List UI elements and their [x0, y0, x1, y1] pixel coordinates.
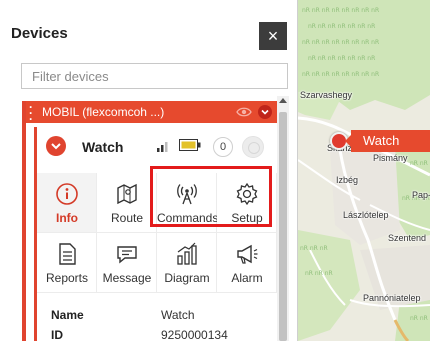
- close-icon: ×: [267, 26, 279, 46]
- action-alarm[interactable]: Alarm: [217, 233, 277, 293]
- property-key: ID: [51, 328, 63, 341]
- action-message[interactable]: Message: [97, 233, 157, 293]
- chart-icon: [177, 242, 197, 265]
- property-value: 9250000134: [161, 328, 228, 341]
- property-row: Name Watch: [51, 308, 277, 328]
- map-place-label: Izbég: [336, 175, 359, 185]
- scroll-thumb[interactable]: [279, 112, 287, 341]
- action-info[interactable]: Info: [37, 173, 97, 233]
- scroll-up-arrow[interactable]: [279, 98, 287, 103]
- collapse-device-button[interactable]: [46, 136, 66, 156]
- power-button[interactable]: [242, 136, 264, 158]
- property-value: Watch: [161, 308, 195, 322]
- action-diagram[interactable]: Diagram: [157, 233, 217, 293]
- svg-text:nR nR: nR nR: [410, 160, 428, 167]
- map-place-label: Pismány: [373, 153, 408, 163]
- map-place-label: Szarvashegy: [300, 90, 353, 100]
- drag-handle-icon[interactable]: · · ·: [29, 101, 33, 125]
- map-route-icon: [117, 183, 137, 205]
- action-reports[interactable]: Reports: [37, 233, 97, 293]
- device-detail-card: Watch 0 Info Route Commands Setup Report…: [34, 127, 277, 341]
- action-label: Info: [56, 211, 78, 225]
- svg-text:nR nR nR: nR nR nR: [300, 245, 328, 252]
- signal-bars-icon: [157, 142, 168, 152]
- panel-scrollbar[interactable]: [277, 96, 289, 341]
- battery-icon: [179, 139, 201, 151]
- action-route[interactable]: Route: [97, 173, 157, 233]
- message-count-badge[interactable]: 0: [213, 137, 233, 157]
- device-group-name: MOBIL (flexcomcoh ...): [42, 105, 165, 119]
- device-row[interactable]: Watch 0: [37, 127, 277, 163]
- action-label: Route: [110, 211, 144, 225]
- close-button[interactable]: ×: [259, 22, 287, 50]
- svg-text:nR nR: nR nR: [410, 315, 428, 322]
- chevron-down-icon: [261, 109, 269, 115]
- chevron-down-icon: [51, 143, 61, 150]
- panel-title: Devices: [11, 25, 68, 42]
- device-group-row[interactable]: · · · MOBIL (flexcomcoh ...): [26, 101, 280, 125]
- action-label: Alarm: [231, 271, 263, 285]
- action-label: Message: [102, 271, 152, 285]
- action-label: Reports: [45, 271, 89, 285]
- collapse-group-button[interactable]: [258, 105, 272, 119]
- device-map-marker-label[interactable]: Watch: [345, 130, 430, 152]
- svg-text:nR nR nR nR nR nR nR: nR nR nR nR nR nR nR: [308, 55, 375, 62]
- svg-text:nR nR nR: nR nR nR: [305, 270, 333, 277]
- panel-header: Devices ×: [0, 0, 298, 56]
- map-place-label: Pap-s: [412, 190, 430, 200]
- map-place-label: Lászlótelep: [343, 210, 389, 220]
- action-label: Diagram: [164, 271, 210, 285]
- filter-devices-input[interactable]: [21, 63, 288, 89]
- report-icon: [59, 243, 76, 265]
- info-icon: [56, 183, 78, 205]
- svg-text:nR nR nR nR nR nR nR nR: nR nR nR nR nR nR nR nR: [302, 39, 379, 46]
- property-key: Name: [51, 308, 84, 322]
- megaphone-icon: [237, 244, 258, 264]
- map-place-label: Szentend: [388, 233, 427, 243]
- svg-text:nR nR nR nR nR nR nR nR: nR nR nR nR nR nR nR nR: [302, 7, 379, 14]
- map-place-label: Pannóniatelep: [363, 293, 421, 303]
- chat-icon: [117, 246, 137, 264]
- svg-text:nR nR nR nR nR nR nR nR: nR nR nR nR nR nR nR nR: [302, 71, 379, 78]
- device-name: Watch: [82, 139, 124, 155]
- highlight-frame: [150, 166, 272, 227]
- svg-text:nR nR nR nR nR nR nR: nR nR nR nR nR nR nR: [308, 23, 375, 30]
- eye-icon[interactable]: [236, 106, 252, 118]
- property-row: ID 9250000134: [51, 328, 277, 341]
